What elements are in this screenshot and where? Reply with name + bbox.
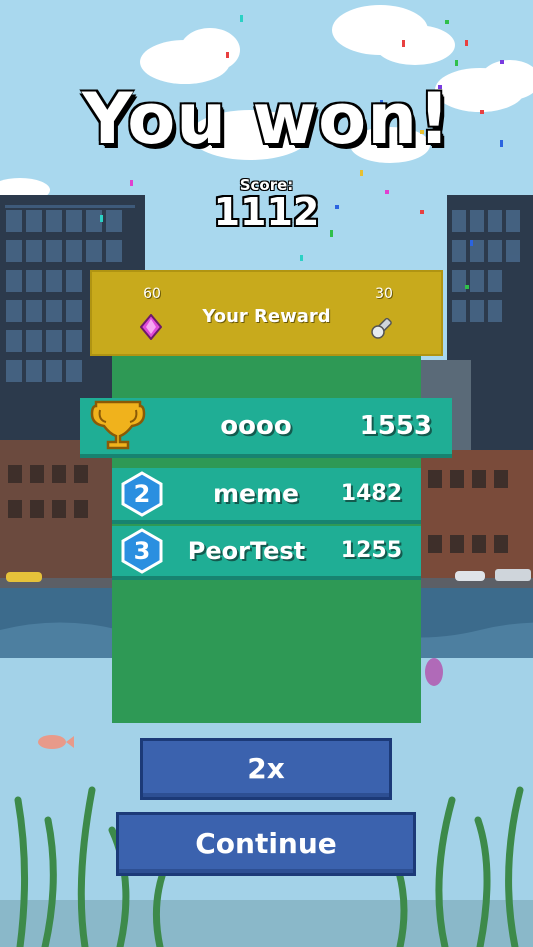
gems-count: 60 [143, 286, 161, 302]
score-value: 1112 [213, 190, 320, 234]
bolts-count: 30 [375, 286, 393, 302]
reward-panel: 60 Your Reward 30 [90, 270, 443, 356]
player-name: PeorTest [187, 537, 306, 565]
continue-label: Continue [195, 827, 337, 860]
rank-number: 3 [133, 537, 151, 565]
bolt-icon [371, 317, 392, 339]
player-score: 1553 [359, 411, 432, 441]
player-score: 1482 [340, 481, 402, 506]
leaderboard-row-1: oooo 1553 [80, 398, 452, 454]
continue-button[interactable]: Continue [116, 812, 416, 876]
win-title: You won! [81, 78, 452, 160]
leaderboard-row-3: 3 PeorTest 1255 [112, 526, 421, 576]
leaderboard-row-2: 2 meme 1482 [112, 468, 421, 520]
player-name: oooo [220, 411, 292, 441]
trophy-icon [90, 400, 146, 450]
player-score: 1255 [340, 538, 402, 563]
rank-number: 2 [133, 480, 151, 508]
double-reward-button[interactable]: 2x [140, 738, 392, 800]
double-reward-label: 2x [247, 752, 285, 785]
player-name: meme [212, 479, 299, 508]
